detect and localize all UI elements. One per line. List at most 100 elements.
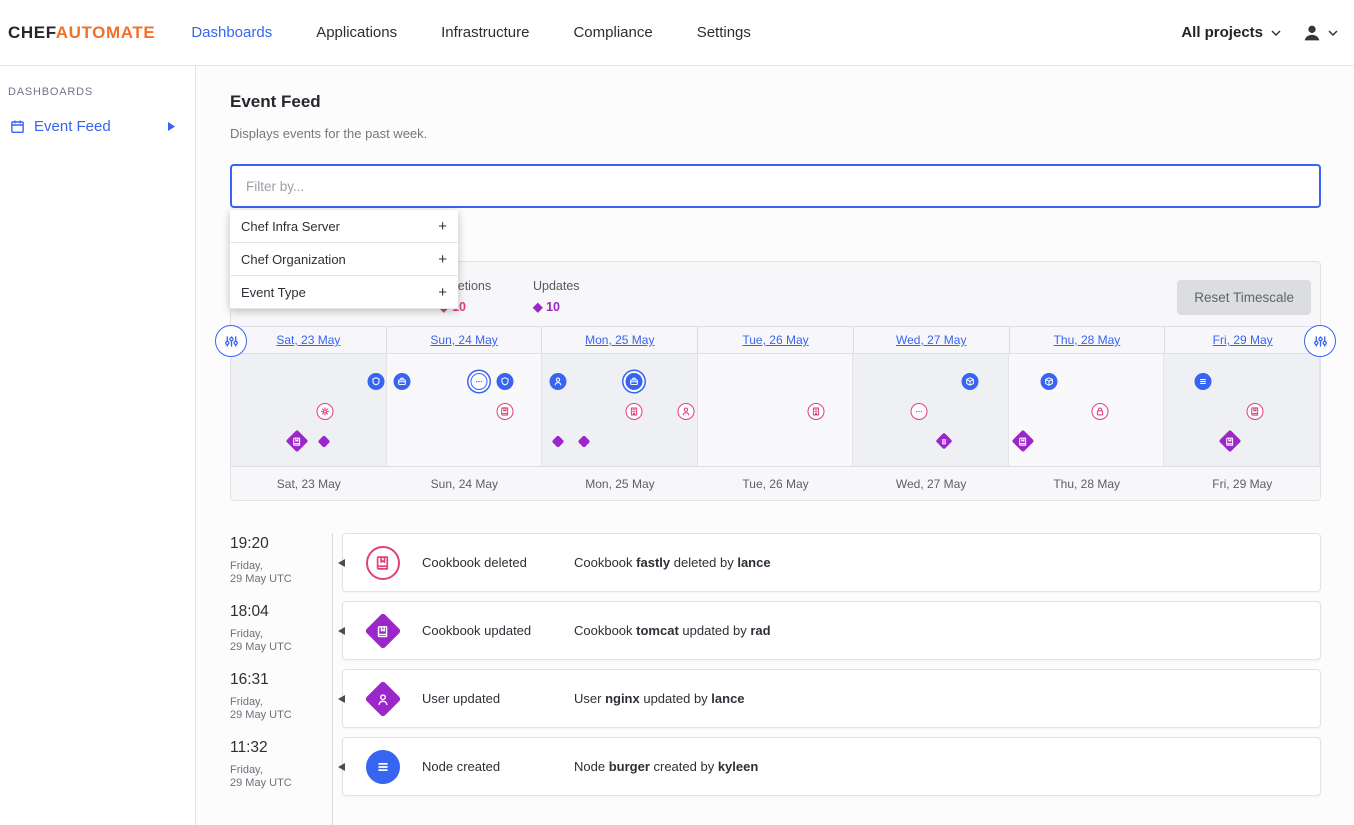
- timeline-day-footer-label: Mon, 25 May: [542, 467, 698, 501]
- event-description: Cookbook tomcat updated by rad: [574, 623, 771, 638]
- lock-icon: [1095, 406, 1106, 417]
- event-date: Friday,29 May UTC: [230, 628, 342, 654]
- person-icon: [552, 376, 563, 387]
- org-icon: [941, 438, 948, 445]
- timeline-day-column: [1164, 354, 1320, 466]
- page-subtitle: Displays events for the past week.: [230, 126, 1321, 141]
- filter-area: Chef Infra Server+Chef Organization+Even…: [230, 164, 1321, 208]
- org-icon: [810, 406, 821, 417]
- filter-option-chef-infra-server[interactable]: Chef Infra Server +: [230, 210, 458, 243]
- timeline-day-link-wed-27-may[interactable]: Wed, 27 May: [896, 333, 966, 347]
- timeline-marker-deletion-book[interactable]: [1246, 403, 1263, 420]
- navbar-right: All projects: [1181, 22, 1338, 44]
- timeline-marker-creation-cube[interactable]: [1040, 373, 1057, 390]
- timescale-handle-right[interactable]: [1304, 325, 1336, 357]
- timeline-marker-deletion-org[interactable]: [807, 403, 824, 420]
- event-row: 18:04Friday,29 May UTCCookbook updatedCo…: [230, 601, 1321, 660]
- top-navbar: CHEFAUTOMATE Dashboards Applications Infra…: [0, 0, 1354, 66]
- logo-chef: CHEF: [8, 23, 56, 42]
- person-icon: [376, 691, 391, 706]
- event-type-label: Node created: [422, 759, 574, 774]
- event-card-user-updated[interactable]: User updatedUser nginx updated by lance: [342, 669, 1321, 728]
- reset-timescale-button[interactable]: Reset Timescale: [1177, 280, 1311, 315]
- filter-option-label: Chef Infra Server: [241, 219, 340, 234]
- timeline-day-column: [542, 354, 698, 466]
- timeline-day-footer-label: Sun, 24 May: [387, 467, 543, 501]
- nav-item-applications[interactable]: Applications: [316, 24, 397, 41]
- event-icon-book: [364, 544, 402, 582]
- plus-icon[interactable]: +: [438, 284, 447, 301]
- book-icon: [500, 406, 511, 417]
- timeline-day-link-sat-23-may[interactable]: Sat, 23 May: [276, 333, 340, 347]
- timeline-day-link-sun-24-may[interactable]: Sun, 24 May: [430, 333, 497, 347]
- book-icon: [1017, 436, 1028, 447]
- event-row: 16:31Friday,29 May UTCUser updatedUser n…: [230, 669, 1321, 728]
- timeline-marker-deletion-org[interactable]: [625, 403, 642, 420]
- timeline-marker-creation-bag[interactable]: [625, 373, 642, 390]
- event-time: 16:31: [230, 671, 342, 689]
- event-time: 18:04: [230, 603, 342, 621]
- stat-label: Updates: [533, 279, 580, 293]
- timeline-day-link-tue-26-may[interactable]: Tue, 26 May: [742, 333, 808, 347]
- main-content: Event Feed Displays events for the past …: [196, 66, 1354, 825]
- filter-option-event-type[interactable]: Event Type+: [230, 276, 458, 309]
- cube-icon: [965, 376, 976, 387]
- timeline-marker-creation-shield[interactable]: [367, 373, 384, 390]
- event-date: Friday,29 May UTC: [230, 560, 342, 586]
- event-card-node-created[interactable]: Node createdNode burger created by kylee…: [342, 737, 1321, 796]
- plus-icon[interactable]: +: [438, 218, 447, 235]
- chef-automate-logo[interactable]: CHEFAUTOMATE: [8, 23, 155, 43]
- bag-icon: [628, 376, 639, 387]
- timeline-day-header-cell: Tue, 26 May: [698, 327, 854, 353]
- profile-menu[interactable]: [1301, 22, 1338, 44]
- timeline-marker-deletion-person[interactable]: [678, 403, 695, 420]
- event-row: 11:32Friday,29 May UTCNode createdNode b…: [230, 737, 1321, 796]
- timeline-day-column: [387, 354, 543, 466]
- timeline-day-footer: Sat, 23 MaySun, 24 MayMon, 25 MayTue, 26…: [231, 466, 1320, 501]
- timeline-marker-creation-list[interactable]: [1195, 373, 1212, 390]
- nav-item-settings[interactable]: Settings: [697, 24, 751, 41]
- timeline-day-header-cell: Mon, 25 May: [542, 327, 698, 353]
- expand-arrow-icon[interactable]: [168, 122, 175, 131]
- event-timestamp: 16:31Friday,29 May UTC: [230, 669, 342, 728]
- book-icon: [1224, 436, 1235, 447]
- projects-filter-dropdown[interactable]: All projects: [1181, 24, 1281, 41]
- event-card-cookbook-updated[interactable]: Cookbook updatedCookbook tomcat updated …: [342, 601, 1321, 660]
- timeline-marker-creation-dots[interactable]: [471, 373, 488, 390]
- timeline-marker-creation-shield[interactable]: [497, 373, 514, 390]
- sliders-icon: [224, 334, 239, 349]
- event-type-label: Cookbook updated: [422, 623, 574, 638]
- timeline-marker-creation-cube[interactable]: [962, 373, 979, 390]
- nav-item-infrastructure[interactable]: Infrastructure: [441, 24, 529, 41]
- timescale-handle-left[interactable]: [215, 325, 247, 357]
- timeline-day-link-mon-25-may[interactable]: Mon, 25 May: [585, 333, 654, 347]
- user-avatar-icon: [1301, 22, 1323, 44]
- timeline-day-link-fri-29-may[interactable]: Fri, 29 May: [1213, 333, 1273, 347]
- nav-item-dashboards[interactable]: Dashboards: [191, 24, 272, 41]
- stat-updates: Updates◆ 10: [533, 279, 580, 314]
- book-icon: [376, 623, 391, 638]
- book-icon: [374, 554, 392, 572]
- filter-option-chef-organization[interactable]: Chef Organization+: [230, 243, 458, 276]
- event-icon-book: [364, 612, 402, 650]
- filter-input[interactable]: [230, 164, 1321, 208]
- timeline-marker-deletion-dots[interactable]: [911, 403, 928, 420]
- timeline-marker-deletion-book[interactable]: [497, 403, 514, 420]
- book-icon: [1249, 406, 1260, 417]
- timeline-marker-creation-person[interactable]: [549, 373, 566, 390]
- event-row: 19:20Friday,29 May UTCCookbook deletedCo…: [230, 533, 1321, 592]
- timeline-day-link-thu-28-may[interactable]: Thu, 28 May: [1054, 333, 1121, 347]
- event-card-cookbook-deleted[interactable]: Cookbook deletedCookbook fastly deleted …: [342, 533, 1321, 592]
- event-description: Cookbook fastly deleted by lance: [574, 555, 771, 570]
- timeline-day-header: Sat, 23 May Sun, 24 May Mon, 25 May Tue, 26…: [231, 326, 1320, 354]
- timeline-marker-deletion-gear[interactable]: [316, 403, 333, 420]
- plus-icon[interactable]: +: [438, 251, 447, 268]
- main-nav: Dashboards Applications Infrastructure Comp…: [191, 24, 751, 41]
- timeline-marker-deletion-lock[interactable]: [1092, 403, 1109, 420]
- nav-item-compliance[interactable]: Compliance: [573, 24, 652, 41]
- timeline-marker-creation-bag[interactable]: [393, 373, 410, 390]
- gear-icon: [319, 406, 330, 417]
- sliders-icon: [1313, 334, 1328, 349]
- sidebar-item-event-feed[interactable]: Event Feed: [0, 110, 195, 143]
- sidebar-section-heading: DASHBOARDS: [0, 86, 195, 98]
